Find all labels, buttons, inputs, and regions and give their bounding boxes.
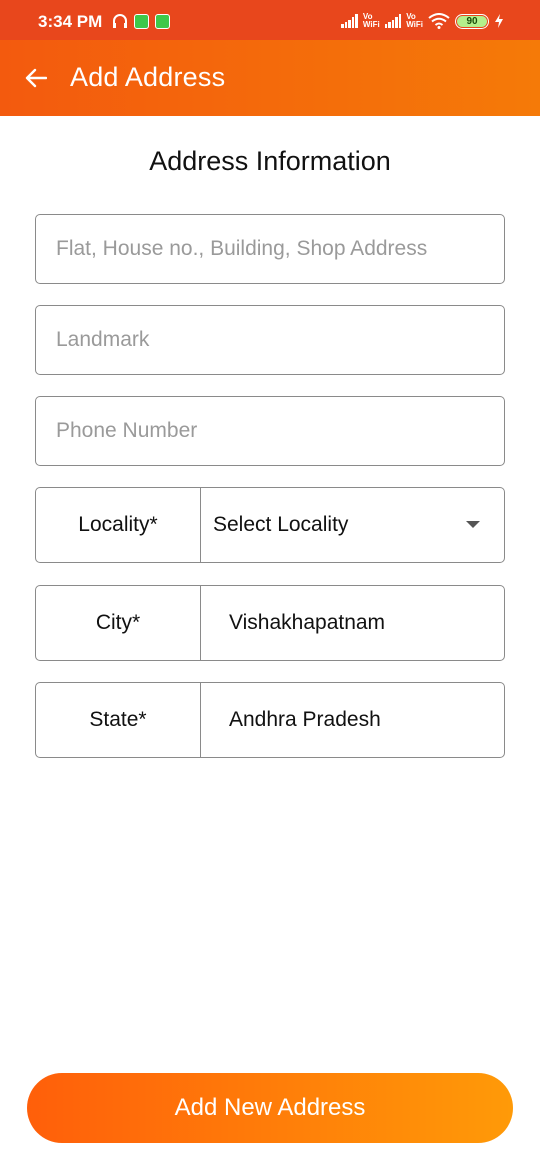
charging-icon xyxy=(495,14,503,28)
phone-input[interactable] xyxy=(36,397,504,465)
system-status-icons: Vo WiFi Vo WiFi 90 xyxy=(341,13,504,29)
app-bar: Add Address xyxy=(0,40,540,116)
app-notification-icon xyxy=(134,13,149,29)
battery-level: 90 xyxy=(457,15,487,27)
state-label: State* xyxy=(36,683,201,757)
wifi-icon xyxy=(428,13,450,29)
page-title: Add Address xyxy=(70,62,226,92)
section-title: Address Information xyxy=(149,146,391,176)
battery-icon: 90 xyxy=(455,13,489,29)
back-button[interactable] xyxy=(20,62,52,94)
locality-select[interactable]: Select Locality xyxy=(201,488,504,562)
vowifi-bottom: WiFi xyxy=(362,20,380,29)
locality-label: Locality* xyxy=(36,488,201,562)
landmark-input[interactable] xyxy=(36,306,504,374)
signal-icon xyxy=(384,14,402,28)
city-row: City* Vishakhapatnam xyxy=(35,585,505,661)
landmark-field[interactable] xyxy=(35,305,505,375)
add-new-address-button[interactable]: Add New Address xyxy=(27,1073,513,1143)
dropdown-arrow-icon xyxy=(466,521,480,528)
status-time: 3:34 PM xyxy=(38,12,103,31)
signal-icon xyxy=(341,14,358,28)
locality-row: Locality* Select Locality xyxy=(35,487,505,563)
headphones-icon xyxy=(113,14,127,28)
city-value: Vishakhapatnam xyxy=(229,611,386,634)
address-input[interactable] xyxy=(36,215,504,283)
state-value: Andhra Pradesh xyxy=(229,708,381,731)
vowifi-bottom: WiFi xyxy=(406,20,423,29)
state-row: State* Andhra Pradesh xyxy=(35,682,505,758)
app-notification-icon xyxy=(155,13,170,29)
vowifi-icon: Vo WiFi xyxy=(406,13,423,29)
address-field[interactable] xyxy=(35,214,505,284)
locality-selected-value: Select Locality xyxy=(213,513,349,536)
vowifi-icon: Vo WiFi xyxy=(363,13,380,29)
status-bar: 3:34 PM Vo WiFi Vo WiFi 90 xyxy=(0,0,540,40)
phone-field[interactable] xyxy=(35,396,505,466)
arrow-left-icon xyxy=(25,68,47,88)
notification-icons xyxy=(112,13,170,29)
city-label: City* xyxy=(36,586,201,660)
